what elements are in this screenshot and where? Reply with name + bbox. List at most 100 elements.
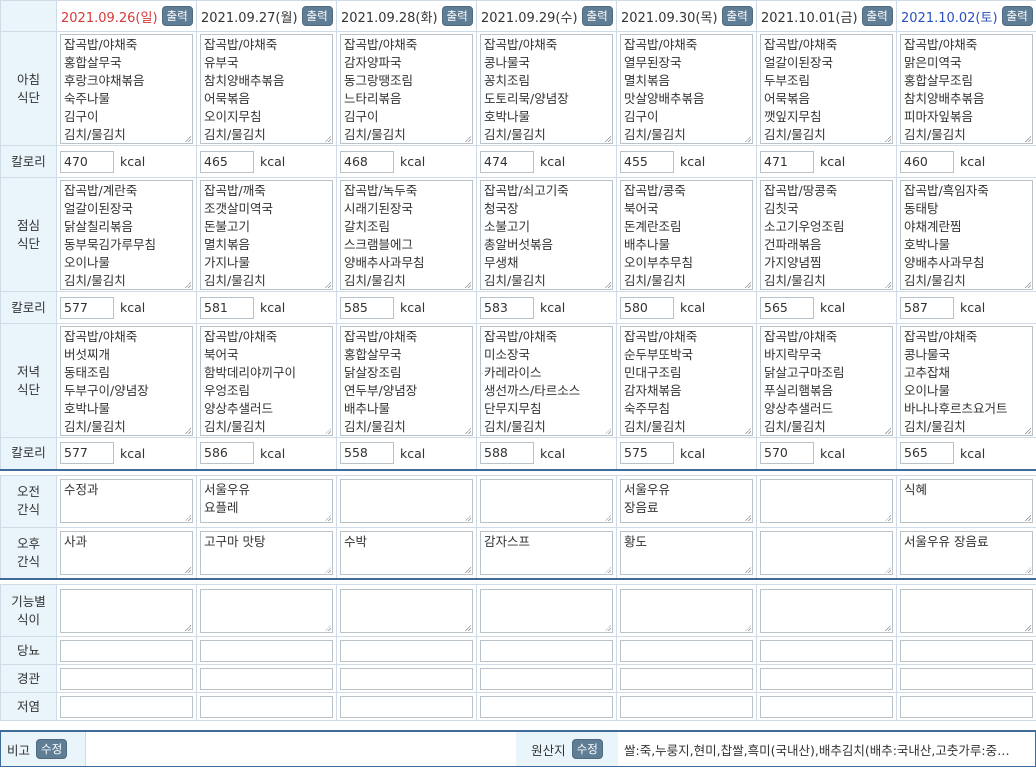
date-label: 2021.09.30(목): [621, 7, 718, 26]
dinner-textarea[interactable]: 잡곡밥/야채죽 버섯찌개 동태조림 두부구이/양념장 호박나물 김치/물김치: [60, 326, 193, 436]
am_snack-textarea[interactable]: 수정과: [60, 479, 193, 523]
functional-textarea[interactable]: [620, 589, 753, 633]
breakfast-calorie-input[interactable]: 465: [200, 151, 254, 173]
functional-textarea[interactable]: [200, 589, 333, 633]
lunch-textarea[interactable]: 잡곡밥/콩죽 북어국 돈계란조림 배추나물 오이부추무침 김치/물김치: [620, 180, 753, 290]
dinner-calorie-input[interactable]: 586: [200, 442, 254, 464]
functional-textarea[interactable]: [60, 589, 193, 633]
diabetes-input[interactable]: [760, 640, 893, 662]
functional-textarea[interactable]: [900, 589, 1033, 633]
breakfast-textarea[interactable]: 잡곡밥/야채죽 홍합살무국 후랑크야채볶음 숙주나물 김구이 김치/물김치: [60, 34, 193, 144]
lunch-calorie-input[interactable]: 580: [620, 297, 674, 319]
tube-input[interactable]: [60, 668, 193, 690]
low_salt-input[interactable]: [340, 696, 473, 718]
functional-cell: [757, 585, 897, 637]
lunch-calorie-input[interactable]: 587: [900, 297, 954, 319]
dinner-textarea[interactable]: 잡곡밥/야채죽 미소장국 카레라이스 생선까스/타르소스 단무지무침 김치/물김…: [480, 326, 613, 436]
diabetes-input[interactable]: [480, 640, 613, 662]
dinner-textarea[interactable]: 잡곡밥/야채죽 순두부또박국 민대구조림 감자채볶음 숙주무침 김치/물김치: [620, 326, 753, 436]
lunch-calorie-cell: 580kcal: [617, 292, 757, 324]
pm_snack-textarea[interactable]: 사과: [60, 531, 193, 575]
print-button[interactable]: 출력: [1002, 6, 1033, 26]
dinner-calorie-input[interactable]: 558: [340, 442, 394, 464]
lunch-textarea[interactable]: 잡곡밥/계란죽 얼갈이된장국 닭살칠리볶음 동부묵김가루무침 오이나물 김치/물…: [60, 180, 193, 290]
print-button[interactable]: 출력: [442, 6, 473, 26]
breakfast-textarea[interactable]: 잡곡밥/야채죽 유부국 참치양배추볶음 어묵볶음 오이지무침 김치/물김치: [200, 34, 333, 144]
kcal-unit: kcal: [400, 154, 425, 169]
print-button[interactable]: 출력: [722, 6, 753, 26]
origin-edit-button[interactable]: 수정: [572, 739, 603, 759]
low_salt-input[interactable]: [60, 696, 193, 718]
lunch-calorie-input[interactable]: 581: [200, 297, 254, 319]
pm_snack-textarea[interactable]: 황도: [620, 531, 753, 575]
breakfast-textarea[interactable]: 잡곡밥/야채죽 콩나물국 꽁치조림 도토리묵/양념장 호박나물 김치/물김치: [480, 34, 613, 144]
diabetes-input[interactable]: [340, 640, 473, 662]
functional-textarea[interactable]: [760, 589, 893, 633]
tube-input[interactable]: [620, 668, 753, 690]
lunch-textarea[interactable]: 잡곡밥/흑임자죽 동태탕 야채계란찜 호박나물 양배추사과무침 김치/물김치: [900, 180, 1033, 290]
tube-input[interactable]: [760, 668, 893, 690]
lunch-calorie-input[interactable]: 585: [340, 297, 394, 319]
am_snack-textarea[interactable]: [760, 479, 893, 523]
breakfast-textarea[interactable]: 잡곡밥/야채죽 감자양파국 동그랑땡조림 느타리볶음 김구이 김치/물김치: [340, 34, 473, 144]
print-button[interactable]: 출력: [302, 6, 333, 26]
dinner-textarea[interactable]: 잡곡밥/야채죽 홍합살무국 닭살장조림 연두부/양념장 배추나물 김치/물김치: [340, 326, 473, 436]
print-button[interactable]: 출력: [582, 6, 613, 26]
breakfast-calorie-input[interactable]: 474: [480, 151, 534, 173]
lunch-textarea[interactable]: 잡곡밥/쇠고기죽 청국장 소불고기 총알버섯볶음 무생채 김치/물김치: [480, 180, 613, 290]
pm_snack-textarea[interactable]: 수박: [340, 531, 473, 575]
diabetes-input[interactable]: [900, 640, 1033, 662]
low_salt-input[interactable]: [200, 696, 333, 718]
lunch-textarea[interactable]: 잡곡밥/깨죽 조갯살미역국 돈불고기 멸치볶음 가지나물 김치/물김치: [200, 180, 333, 290]
lunch-calorie-input[interactable]: 565: [760, 297, 814, 319]
dinner-textarea[interactable]: 잡곡밥/야채죽 바지락무국 닭살고구마조림 푸실리햄볶음 양상추샐러드 김치/물…: [760, 326, 893, 436]
breakfast-textarea[interactable]: 잡곡밥/야채죽 열무된장국 멸치볶음 맛살양배추볶음 김구이 김치/물김치: [620, 34, 753, 144]
breakfast-textarea[interactable]: 잡곡밥/야채죽 맑은미역국 홍합살무조림 참치양배추볶음 피마자잎볶음 김치/물…: [900, 34, 1033, 144]
breakfast-textarea[interactable]: 잡곡밥/야채죽 얼갈이된장국 두부조림 어묵볶음 깻잎지무침 김치/물김치: [760, 34, 893, 144]
dinner-calorie-input[interactable]: 588: [480, 442, 534, 464]
note-content[interactable]: [85, 732, 516, 766]
day-header-0: 2021.09.26(일)출력: [57, 1, 197, 32]
low_salt-input[interactable]: [480, 696, 613, 718]
print-button[interactable]: 출력: [862, 6, 893, 26]
breakfast-calorie-input[interactable]: 460: [900, 151, 954, 173]
am_snack-textarea[interactable]: [340, 479, 473, 523]
dinner-calorie-input[interactable]: 570: [760, 442, 814, 464]
print-button[interactable]: 출력: [162, 6, 193, 26]
tube-input[interactable]: [900, 668, 1033, 690]
diabetes-input[interactable]: [200, 640, 333, 662]
dinner-calorie-input[interactable]: 565: [900, 442, 954, 464]
tube-input[interactable]: [480, 668, 613, 690]
pm_snack-textarea[interactable]: [760, 531, 893, 575]
low_salt-input[interactable]: [620, 696, 753, 718]
low_salt-input[interactable]: [760, 696, 893, 718]
tube-input[interactable]: [200, 668, 333, 690]
lunch-textarea[interactable]: 잡곡밥/녹두죽 시래기된장국 갈치조림 스크램블에그 양배추사과무침 김치/물김…: [340, 180, 473, 290]
functional-textarea[interactable]: [480, 589, 613, 633]
am_snack-textarea[interactable]: 식혜: [900, 479, 1033, 523]
dinner-calorie-input[interactable]: 577: [60, 442, 114, 464]
dinner-textarea[interactable]: 잡곡밥/야채죽 북어국 함박데리야끼구이 우엉조림 양상추샐러드 김치/물김치: [200, 326, 333, 436]
pm_snack-textarea[interactable]: 서울우유 장음료: [900, 531, 1033, 575]
am_snack-textarea[interactable]: 서울우유 장음료: [620, 479, 753, 523]
am_snack-textarea[interactable]: [480, 479, 613, 523]
dinner-calorie-input[interactable]: 575: [620, 442, 674, 464]
note-edit-button[interactable]: 수정: [36, 739, 67, 759]
am_snack-textarea[interactable]: 서울우유 요플레: [200, 479, 333, 523]
breakfast-calorie-input[interactable]: 471: [760, 151, 814, 173]
pm_snack-textarea[interactable]: 고구마 맛탕: [200, 531, 333, 575]
diabetes-input[interactable]: [60, 640, 193, 662]
dinner-textarea[interactable]: 잡곡밥/야채죽 콩나물국 고추잡채 오이나물 바나나후르츠요거트 김치/물김치: [900, 326, 1033, 436]
lunch-calorie-input[interactable]: 577: [60, 297, 114, 319]
breakfast-calorie-input[interactable]: 470: [60, 151, 114, 173]
pm_snack-textarea[interactable]: 감자스프: [480, 531, 613, 575]
diabetes-input[interactable]: [620, 640, 753, 662]
lunch-cell: 잡곡밥/깨죽 조갯살미역국 돈불고기 멸치볶음 가지나물 김치/물김치: [197, 178, 337, 292]
tube-input[interactable]: [340, 668, 473, 690]
lunch-textarea[interactable]: 잡곡밥/땅콩죽 김칫국 소고기우엉조림 건파래볶음 가지양념찜 김치/물김치: [760, 180, 893, 290]
lunch-calorie-input[interactable]: 583: [480, 297, 534, 319]
breakfast-calorie-input[interactable]: 455: [620, 151, 674, 173]
low_salt-input[interactable]: [900, 696, 1033, 718]
functional-textarea[interactable]: [340, 589, 473, 633]
breakfast-calorie-input[interactable]: 468: [340, 151, 394, 173]
